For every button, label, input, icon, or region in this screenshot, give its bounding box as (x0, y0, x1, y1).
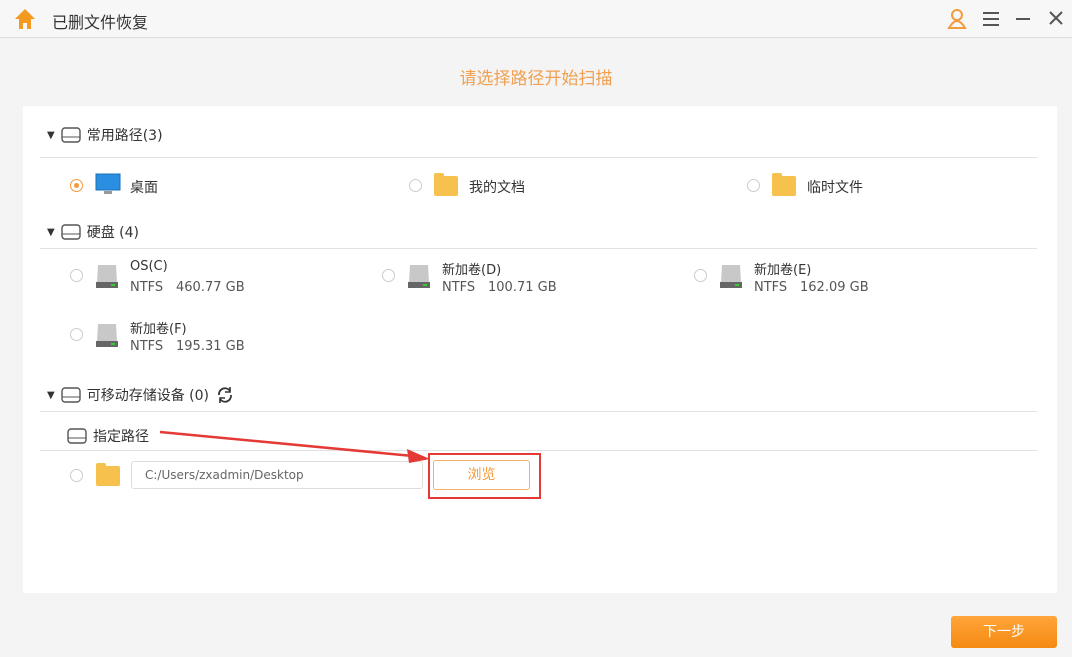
folder-icon (96, 463, 120, 486)
caret-down-icon: ▼ (47, 129, 55, 141)
minimize-icon[interactable] (1015, 11, 1031, 27)
radio-drive[interactable] (70, 328, 83, 341)
folder-icon (434, 173, 458, 196)
window-title: 已删文件恢复 (52, 13, 149, 32)
next-button[interactable]: 下一步 (951, 616, 1057, 648)
desktop-icon (95, 173, 121, 194)
radio-drive[interactable] (694, 269, 707, 282)
drive-icon (61, 224, 81, 240)
drive-size: 460.77 GB (176, 280, 245, 295)
common-item-label[interactable]: 临时文件 (807, 177, 863, 197)
page-heading: 请选择路径开始扫描 (459, 69, 613, 89)
radio-drive[interactable] (382, 269, 395, 282)
divider (40, 248, 1037, 249)
drive-fs: NTFS (130, 339, 164, 354)
menu-icon[interactable] (982, 11, 1000, 27)
drive-icon (67, 428, 87, 444)
hard-drive-icon (720, 265, 742, 288)
divider (40, 411, 1037, 412)
drive-size: 100.71 GB (488, 280, 557, 295)
drive-name[interactable]: 新加卷(E) (754, 259, 811, 278)
section-removable[interactable]: ▼ 可移动存储设备 (0) (47, 385, 235, 405)
common-item-label[interactable]: 我的文档 (469, 177, 525, 197)
radio-custom-path[interactable] (70, 469, 83, 482)
caret-down-icon: ▼ (47, 226, 55, 238)
drive-name[interactable]: 新加卷(F) (130, 318, 187, 337)
section-label: 硬盘 (4) (86, 225, 139, 241)
section-label: 常用路径(3) (86, 128, 163, 144)
radio-temp[interactable] (747, 179, 760, 192)
radio-desktop[interactable] (70, 179, 83, 192)
radio-documents[interactable] (409, 179, 422, 192)
common-item-label[interactable]: 桌面 (130, 177, 158, 197)
caret-down-icon: ▼ (47, 389, 55, 401)
drive-size: 195.31 GB (176, 339, 245, 354)
drive-fs: NTFS (130, 280, 164, 295)
annotation-arrow (159, 430, 430, 463)
annotation-highlight-box (428, 453, 541, 499)
section-disks[interactable]: ▼ 硬盘 (4) (47, 222, 139, 242)
section-custom-path: 指定路径 (67, 426, 149, 446)
refresh-icon[interactable] (215, 386, 235, 404)
drive-name[interactable]: OS(C) (130, 259, 168, 274)
section-label: 指定路径 (93, 429, 149, 445)
hard-drive-icon (96, 324, 118, 347)
close-icon[interactable] (1048, 10, 1064, 26)
drive-name[interactable]: 新加卷(D) (442, 259, 501, 278)
radio-drive[interactable] (70, 269, 83, 282)
drive-size: 162.09 GB (800, 280, 869, 295)
folder-icon (772, 173, 796, 196)
user-icon[interactable] (947, 8, 967, 30)
title-bar (0, 0, 1072, 38)
hard-drive-icon (96, 265, 118, 288)
drive-icon (61, 127, 81, 143)
section-common[interactable]: ▼ 常用路径(3) (47, 125, 163, 145)
hard-drive-icon (408, 265, 430, 288)
drive-fs: NTFS (754, 280, 788, 295)
divider (40, 157, 1037, 158)
drive-fs: NTFS (442, 280, 476, 295)
home-icon[interactable] (14, 8, 36, 30)
drive-icon (61, 387, 81, 403)
section-label: 可移动存储设备 (0) (86, 388, 209, 404)
